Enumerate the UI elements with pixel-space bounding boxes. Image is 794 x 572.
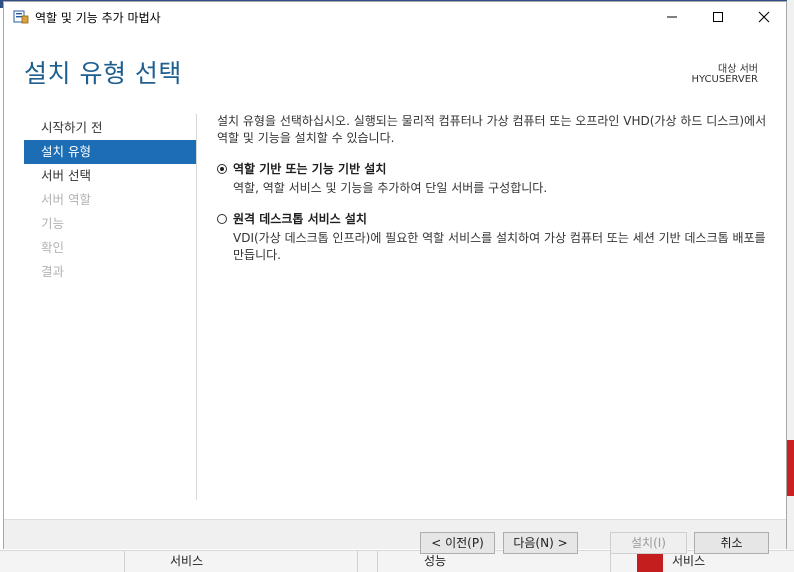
background-cell-services-2: 서비스 [672, 554, 706, 568]
background-separator [357, 551, 358, 572]
background-cell-services: 서비스 [170, 554, 204, 568]
maximize-icon [713, 12, 723, 22]
nav-item-server-roles: 서버 역할 [41, 192, 91, 207]
intro-text: 설치 유형을 선택하십시오. 실행되는 물리적 컴퓨터나 가상 컴퓨터 또는 오… [217, 114, 767, 145]
minimize-button[interactable] [649, 2, 695, 32]
background-separator [377, 551, 378, 572]
button-bar: < 이전(P) 다음(N) > 설치(I) 취소 [4, 519, 786, 554]
background-separator [610, 551, 611, 572]
main-content: 설치 유형을 선택하십시오. 실행되는 물리적 컴퓨터나 가상 컴퓨터 또는 오… [217, 113, 777, 264]
background-alert-strip [787, 440, 794, 496]
nav-item-server-selection[interactable]: 서버 선택 [24, 164, 196, 188]
nav-divider [196, 114, 197, 500]
background-separator [124, 551, 125, 572]
window-title: 역할 및 기능 추가 마법사 [35, 11, 161, 25]
nav-item-confirmation: 확인 [41, 240, 65, 255]
minimize-icon [667, 16, 677, 18]
maximize-button[interactable] [695, 2, 741, 32]
option-role-based-installation[interactable]: 역할 기반 또는 기능 기반 설치 역할, 역할 서비스 및 기능을 추가하여 … [217, 161, 777, 197]
option-description: 역할, 역할 서비스 및 기능을 추가하여 단일 서버를 구성합니다. [233, 181, 548, 195]
option-description: VDI(가상 데스크톱 인프라)에 필요한 역할 서비스를 설치하여 가상 컴퓨… [233, 231, 766, 262]
close-icon [758, 11, 770, 23]
install-button: 설치(I) [610, 532, 687, 554]
option-title[interactable]: 원격 데스크톱 서비스 설치 [233, 211, 777, 228]
wizard-steps-nav: 시작하기 전 설치 유형 서버 선택 서버 역할 기능 확인 결과 [24, 116, 196, 284]
cancel-button[interactable]: 취소 [694, 532, 769, 554]
nav-item-features: 기능 [41, 216, 65, 231]
server-manager-icon [13, 10, 29, 24]
option-remote-desktop-installation[interactable]: 원격 데스크톱 서비스 설치 VDI(가상 데스크톱 인프라)에 필요한 역할 … [217, 211, 777, 264]
page-title: 설치 유형 선택 [24, 59, 182, 88]
previous-button[interactable]: < 이전(P) [420, 532, 495, 554]
add-roles-wizard-window: 역할 및 기능 추가 마법사 설치 유형 선택 대상 서버 HYCUSERVER… [3, 1, 787, 554]
nav-item-before-you-begin[interactable]: 시작하기 전 [24, 116, 196, 140]
destination-server-label: 대상 서버 [718, 64, 758, 75]
background-window-edge [787, 0, 794, 571]
nav-item-installation-type[interactable]: 설치 유형 [24, 140, 196, 164]
next-button[interactable]: 다음(N) > [503, 532, 578, 554]
radio-role-based[interactable] [217, 164, 227, 174]
close-button[interactable] [741, 2, 787, 32]
option-title[interactable]: 역할 기반 또는 기능 기반 설치 [233, 161, 777, 178]
nav-item-results: 결과 [41, 264, 65, 279]
background-cell-performance: 성능 [424, 554, 447, 568]
radio-remote-desktop[interactable] [217, 214, 227, 224]
destination-server-name: HYCUSERVER [691, 74, 758, 85]
background-alert-badge [637, 554, 663, 572]
title-bar[interactable]: 역할 및 기능 추가 마법사 [4, 2, 786, 32]
